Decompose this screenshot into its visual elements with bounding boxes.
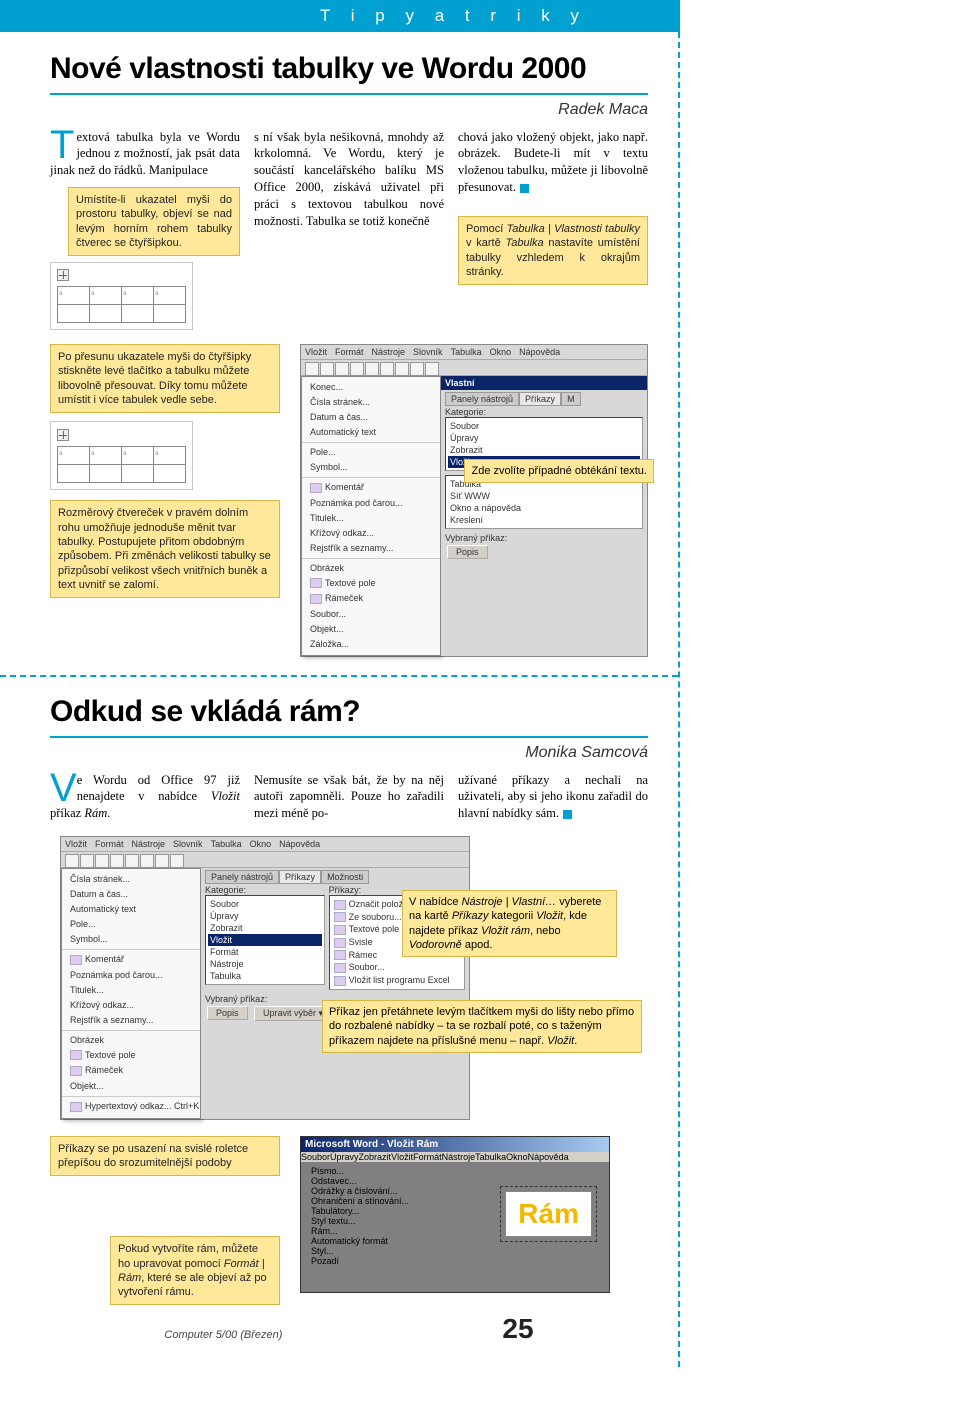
col1-text: extová tabulka byla ve Wordu jednou z mo… (50, 130, 240, 178)
col3-text: užívané příkazy a nechali na uživateli, … (458, 773, 648, 821)
menu-format-open: Písmo... Odstavec... Odrážky a číslování… (311, 1166, 441, 1266)
screenshot-word-ram: Microsoft Word - Vložit Rám SouborÚpravy… (300, 1136, 610, 1293)
screenshot-word-vlastni-2: VložitFormátNástrojeSlovníkTabulkaOknoNá… (60, 836, 470, 1120)
article1-body: Textová tabulka byla ve Wordu jednou z m… (50, 129, 648, 331)
popis-button: Popis (447, 545, 488, 559)
col3-text: chová jako vložený objekt, jako např. ob… (458, 130, 648, 195)
dropcap: T (50, 129, 76, 161)
move-handle-icon (57, 429, 69, 441)
article1-author: Radek Maca (50, 101, 648, 119)
article2-author: Monika Samcová (50, 744, 648, 762)
header-band: T i p y a t r i k y (0, 0, 680, 32)
listbox-kategorie: Soubor Úpravy Zobrazit Vložit Formát Nás… (205, 895, 325, 985)
article-divider (0, 675, 678, 677)
callout-format: Pokud vytvoříte rám, můžete ho upravovat… (110, 1236, 280, 1305)
comment-icon (310, 483, 322, 493)
link-icon (70, 1102, 82, 1112)
comment-icon (70, 955, 82, 965)
article2-body: Ve Wordu od Office 97 již nenajdete v na… (50, 772, 648, 823)
article2-title: Odkud se vkládá rám? (50, 695, 648, 730)
col2-text: Nemusíte se však bát, že by na něj autoř… (254, 772, 444, 823)
end-square-icon (520, 184, 529, 193)
upravit-button: Upravit výběr ▾ (254, 1006, 332, 1021)
callout-prekres: Příkazy se po usazení na svislé roletce … (50, 1136, 280, 1177)
textbox-icon (70, 1050, 82, 1060)
page-number: 25 (502, 1313, 533, 1345)
table-sketch-2: aaaa (50, 421, 193, 490)
ram-frame: Rám (500, 1186, 597, 1242)
title-rule (50, 93, 648, 95)
textbox-icon (310, 578, 322, 588)
callout-drag: Příkaz jen přetáhnete levým tlačítkem my… (322, 1000, 642, 1053)
callout-move: Po přesunu ukazatele myši do čtyřšipky s… (50, 344, 280, 413)
footer: Computer 5/00 (Březen) 25 (50, 1305, 648, 1357)
title-rule (50, 736, 648, 738)
section-title: T i p y a t r i k y (320, 6, 587, 26)
callout-wrap: Zde zvolíte případné obtékání textu. (464, 459, 654, 483)
menu-vlozit-open: Konec... Čísla stránek... Datum a čas...… (301, 376, 441, 656)
col2-text: s ní však byla nešikovná, mnohdy až krko… (254, 129, 444, 230)
article1-title: Nové vlastnosti tabulky ve Wordu 2000 (50, 52, 648, 87)
panel-vlastni: Vlastní Panely nástrojůPříkazyM Kategori… (441, 376, 647, 656)
menubar: VložitFormátNástrojeSlovníkTabulkaOknoNá… (301, 345, 647, 360)
callout-hover: Umístíte-li ukazatel myši do prostoru ta… (68, 187, 240, 256)
table-sketch-1: aaaa (50, 262, 193, 330)
screenshot-word-vlastni-1: VložitFormátNástrojeSlovníkTabulkaOknoNá… (300, 344, 648, 657)
callout-vlastnosti: Pomocí Tabulka | Vlastnosti tabulky v ka… (458, 216, 648, 285)
ram-text: Rám (505, 1191, 592, 1237)
callout-resize: Rozměrový čtvereček v pravém dolním rohu… (50, 500, 280, 598)
frame-icon (70, 1066, 82, 1076)
move-handle-icon (57, 269, 69, 281)
issue-label: Computer 5/00 (Březen) (164, 1329, 282, 1341)
titlebar: Microsoft Word - Vložit Rám (301, 1137, 609, 1152)
callout-vlastni: V nabídce Nástroje | Vlastní… vyberete n… (402, 890, 617, 957)
menu-vlozit-open: Čísla stránek... Datum a čas... Automati… (61, 868, 201, 1119)
dropcap: V (50, 772, 77, 804)
end-square-icon (563, 810, 572, 819)
popis-button: Popis (207, 1006, 248, 1020)
frame-icon (310, 594, 322, 604)
